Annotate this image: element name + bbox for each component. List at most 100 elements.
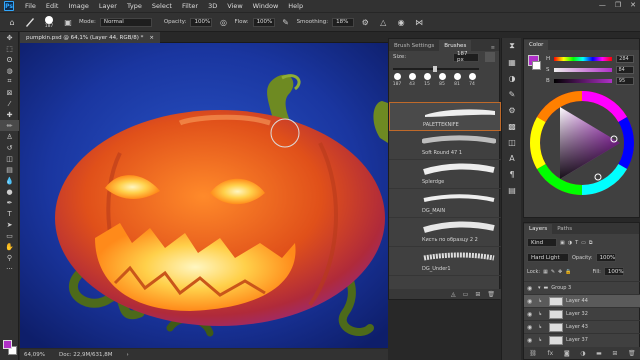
menu-layer[interactable]: Layer	[94, 2, 122, 10]
tab-paths[interactable]: Paths	[552, 224, 577, 234]
blend-mode-select[interactable]: Hard Light	[527, 253, 569, 262]
angle-icon[interactable]: △	[376, 15, 390, 29]
filter-smart-icon[interactable]: ⧉	[589, 240, 593, 246]
adjustment-layer-icon[interactable]: ◑	[580, 350, 585, 357]
close-button[interactable]: ✕	[630, 1, 636, 9]
new-brush-icon[interactable]: ⊞	[475, 291, 480, 298]
flow-field[interactable]: 100%	[252, 17, 275, 27]
menu-help[interactable]: Help	[283, 2, 308, 10]
group-expand-icon[interactable]: ▾	[538, 285, 541, 291]
tip-preset[interactable]: 43	[407, 73, 417, 87]
canvas[interactable]	[20, 43, 388, 348]
lasso-tool-icon[interactable]: ʘ	[0, 54, 19, 65]
menu-3d[interactable]: 3D	[203, 2, 222, 10]
link-layers-icon[interactable]: ⛓	[529, 350, 537, 357]
fill-field[interactable]: 100%	[603, 267, 624, 276]
size-slider-handle[interactable]	[433, 66, 437, 72]
visibility-eye-icon[interactable]: ◉	[527, 285, 535, 292]
blur-tool-icon[interactable]: 💧	[0, 175, 19, 186]
menu-view[interactable]: View	[222, 2, 247, 10]
trash-icon[interactable]: 🗑	[487, 291, 495, 298]
menu-file[interactable]: File	[20, 2, 41, 10]
crop-tool-icon[interactable]: ⌗	[0, 76, 19, 87]
pen-tool-icon[interactable]: ✒	[0, 197, 19, 208]
tab-brush-settings[interactable]: Brush Settings	[389, 40, 439, 51]
brush-item[interactable]: Splerdge	[389, 160, 501, 189]
filter-shape-icon[interactable]: ▭	[581, 240, 586, 246]
menu-window[interactable]: Window	[248, 2, 284, 10]
filter-pixel-icon[interactable]: ▣	[560, 240, 565, 246]
more-tools-icon[interactable]: ···	[0, 263, 19, 274]
tip-preset[interactable]: 74	[467, 73, 477, 87]
move-tool-icon[interactable]: ✥	[0, 32, 19, 43]
eraser-tool-icon[interactable]: ◫	[0, 153, 19, 164]
layer-row[interactable]: ◉ ↳ Layer 43	[524, 320, 640, 333]
brush-settings-icon[interactable]: ⚙	[502, 102, 522, 118]
brightness-slider[interactable]	[553, 78, 612, 83]
create-group-icon[interactable]: ▭	[463, 291, 469, 298]
type-tool-icon[interactable]: T	[0, 208, 19, 219]
saturation-slider[interactable]	[553, 67, 612, 72]
filter-adjustment-icon[interactable]: ◑	[568, 240, 572, 246]
visibility-eye-icon[interactable]: ◉	[527, 311, 535, 318]
history-brush-tool-icon[interactable]: ↺	[0, 142, 19, 153]
layer-row[interactable]: ◉ ↳ Layer 44	[524, 294, 640, 307]
layer-row[interactable]: ◉ ↳ Layer 32	[524, 307, 640, 320]
brush-preview-toggle-icon[interactable]: ◬	[451, 291, 456, 298]
brush-picker[interactable]: 187	[41, 15, 57, 29]
brush-tool-preset-icon[interactable]	[23, 15, 37, 29]
brightness-field[interactable]: 95	[615, 76, 634, 85]
gradient-tool-icon[interactable]: ▤	[0, 164, 19, 175]
layer-style-icon[interactable]: fx	[548, 350, 554, 357]
add-mask-icon[interactable]: ◙	[564, 350, 570, 357]
menu-type[interactable]: Type	[122, 2, 147, 10]
lock-position-icon[interactable]: ✥	[558, 269, 562, 275]
lock-transparency-icon[interactable]: ▦	[543, 269, 548, 275]
character-icon[interactable]: A	[502, 150, 522, 166]
history-icon[interactable]: ⧗	[502, 38, 522, 54]
zoom-tool-icon[interactable]: ⚲	[0, 252, 19, 263]
menu-select[interactable]: Select	[147, 2, 177, 10]
shape-tool-icon[interactable]: ▭	[0, 230, 19, 241]
tip-preset[interactable]: 187	[392, 73, 402, 87]
new-preset-icon[interactable]	[485, 52, 495, 62]
eyedropper-tool-icon[interactable]: ⁄	[0, 98, 19, 109]
tip-preset[interactable]: 81	[452, 73, 462, 87]
healing-brush-tool-icon[interactable]: ✚	[0, 109, 19, 120]
airbrush-icon[interactable]: ✎	[279, 15, 293, 29]
brush-item[interactable]: PALETTEKNIFE	[389, 102, 501, 131]
restore-button[interactable]: ❐	[615, 1, 621, 9]
home-icon[interactable]: ⌂	[5, 15, 19, 29]
frame-tool-icon[interactable]: ⊠	[0, 87, 19, 98]
layer-opacity-field[interactable]: 100%	[595, 253, 616, 262]
size-slider[interactable]	[393, 66, 479, 72]
opacity-field[interactable]: 100%	[190, 17, 213, 27]
brush-panel-toggle-icon[interactable]: ▣	[61, 15, 75, 29]
layer-row[interactable]: ◉ ▾ ▬ Group 3	[524, 281, 640, 294]
libraries-icon[interactable]: ▤	[502, 182, 522, 198]
navigator-icon[interactable]: ◫	[502, 134, 522, 150]
lock-all-icon[interactable]: 🔒	[565, 269, 571, 275]
foreground-color-swatch[interactable]	[3, 340, 12, 349]
brushes-icon[interactable]: ✎	[502, 86, 522, 102]
adjustments-icon[interactable]: ◑	[502, 70, 522, 86]
hue-slider[interactable]	[554, 56, 613, 61]
document-tab[interactable]: pumpkin.psd @ 64,1% (Layer 44, RGB/8) * …	[20, 32, 161, 43]
hand-tool-icon[interactable]: ✋	[0, 241, 19, 252]
tip-preset[interactable]: 15	[422, 73, 432, 87]
tab-color[interactable]: Color	[524, 40, 549, 50]
background-color-chip[interactable]	[532, 61, 541, 70]
visibility-eye-icon[interactable]: ◉	[527, 337, 535, 344]
tip-preset[interactable]: 85	[437, 73, 447, 87]
properties-icon[interactable]: ▦	[502, 54, 522, 70]
size-field[interactable]: 187 px	[453, 51, 479, 63]
kind-filter-select[interactable]: Kind	[527, 238, 557, 247]
panel-menu-icon[interactable]: ≡	[487, 45, 499, 51]
status-menu-arrow[interactable]: ›	[127, 352, 129, 358]
color-wheel[interactable]	[530, 91, 634, 195]
brush-item[interactable]: DG_Under1	[389, 247, 501, 276]
swatches-icon[interactable]: ▩	[502, 118, 522, 134]
brush-item[interactable]: Кисть по образцу 2 2	[389, 218, 501, 247]
brush-item[interactable]: DG_MAIN	[389, 189, 501, 218]
quick-select-tool-icon[interactable]: ◍	[0, 65, 19, 76]
